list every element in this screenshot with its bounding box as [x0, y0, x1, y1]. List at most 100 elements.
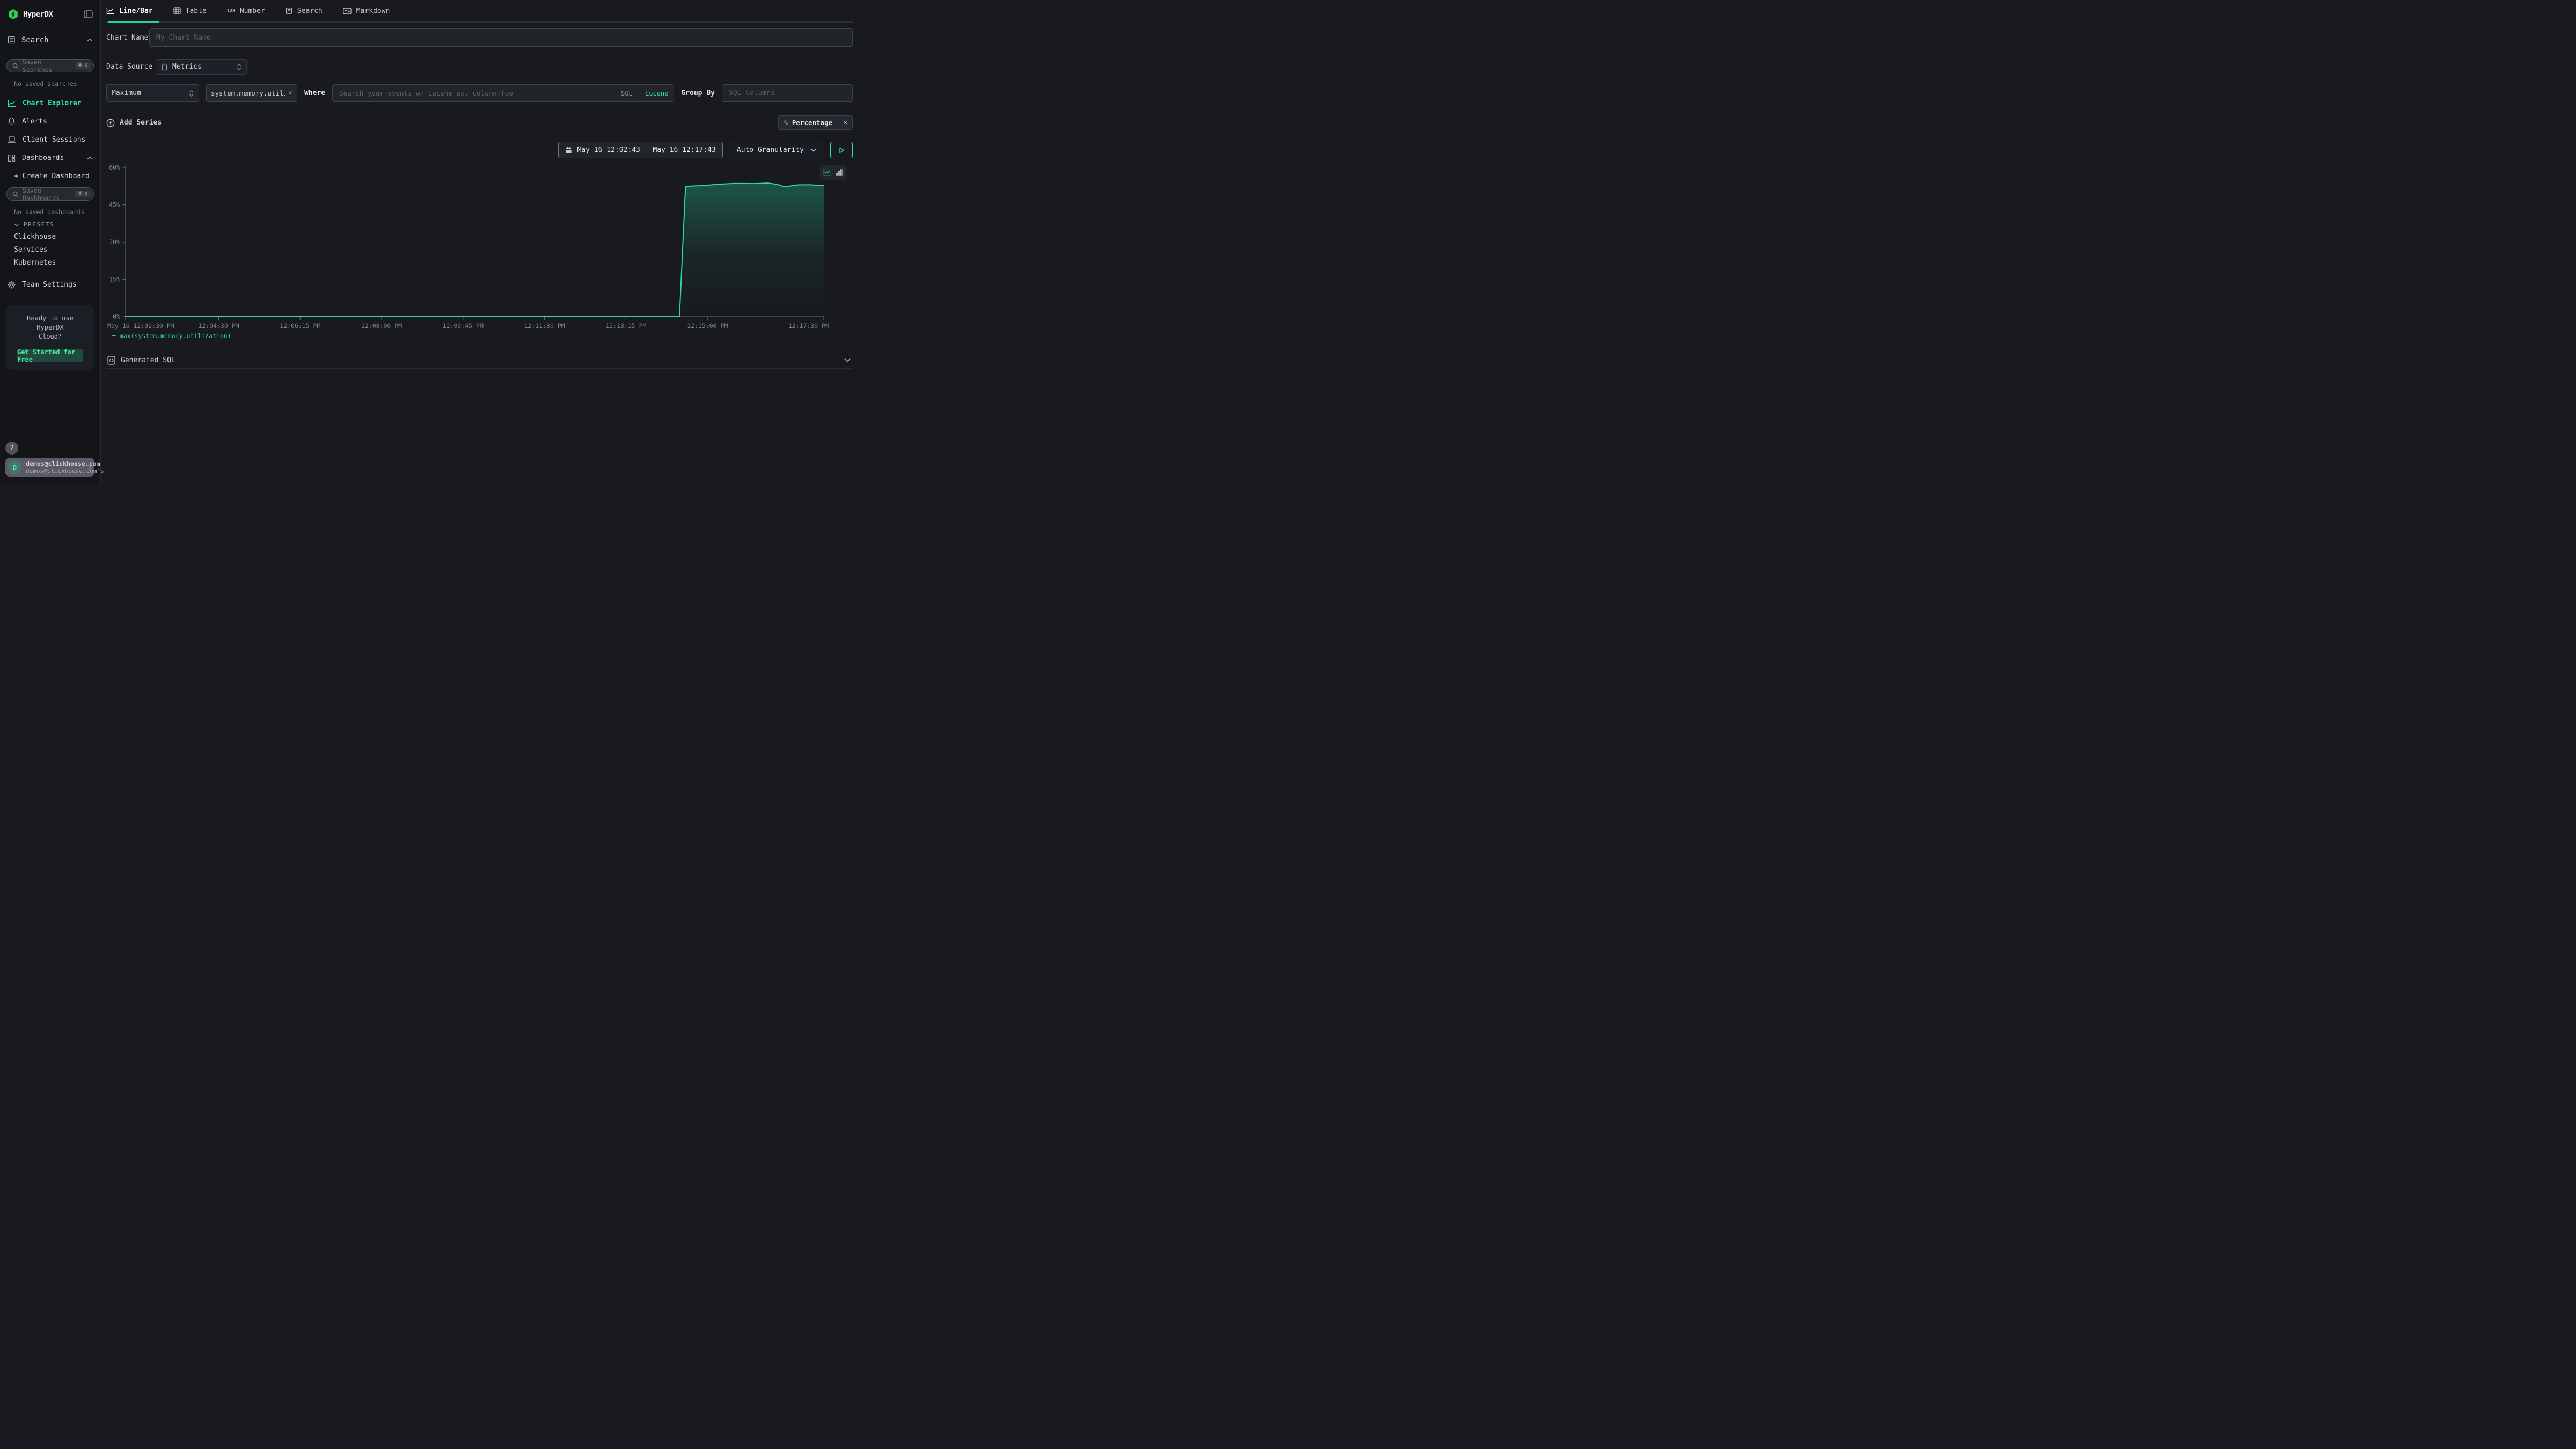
- sidebar: HyperDX Search Saved Searches ⌘ K No sav…: [0, 0, 101, 483]
- sidebar-item-client-sessions[interactable]: Client Sessions: [0, 130, 100, 149]
- timeseries-chart[interactable]: 0%15%30%45%60%May 16 12:02:30 PM12:04:30…: [106, 163, 853, 331]
- sidebar-spacer: [0, 370, 100, 442]
- sidebar-item-label: Team Settings: [22, 281, 77, 289]
- date-range-button[interactable]: May 16 12:02:43 - May 16 12:17:43: [558, 142, 722, 158]
- preset-item-kubernetes[interactable]: Kubernetes: [14, 259, 100, 267]
- chevron-up-icon: [87, 38, 93, 42]
- sidebar-item-label: Alerts: [22, 118, 47, 126]
- kbd-shortcut-badge: ⌘ K: [75, 62, 91, 69]
- sql-language-option[interactable]: SQL: [621, 90, 633, 97]
- user-email: demos@clickhouse.com: [26, 460, 83, 467]
- svg-text:12:06:15 PM: 12:06:15 PM: [280, 322, 320, 330]
- aggregation-select[interactable]: Maximum: [106, 84, 199, 102]
- svg-text:12:09:45 PM: 12:09:45 PM: [443, 322, 484, 330]
- sidebar-header: HyperDX: [0, 0, 100, 28]
- svg-text:12:04:30 PM: 12:04:30 PM: [198, 322, 239, 330]
- chart-type-tabbar: Line/Bar Table 123 Number Search Markdow…: [106, 0, 853, 23]
- svg-text:60%: 60%: [109, 164, 120, 171]
- preset-item-services[interactable]: Services: [14, 246, 100, 254]
- sidebar-item-chart-explorer[interactable]: Chart Explorer: [0, 94, 100, 112]
- chevron-down-icon: [810, 148, 816, 152]
- brand-name: HyperDX: [23, 10, 53, 19]
- tab-label: Line/Bar: [119, 7, 153, 15]
- tab-search[interactable]: Search: [286, 0, 323, 21]
- chevron-down-icon: [844, 358, 853, 362]
- help-button[interactable]: ?: [5, 442, 18, 455]
- tab-number[interactable]: 123 Number: [227, 0, 265, 21]
- active-tab-indicator: [108, 21, 159, 23]
- avatar: D: [8, 460, 21, 474]
- group-by-input[interactable]: [722, 84, 853, 102]
- user-menu[interactable]: D demos@clickhouse.com demos@clickhouse.…: [5, 458, 94, 477]
- query-language-toggle: SQL | Lucene: [621, 90, 668, 97]
- user-info: demos@clickhouse.com demos@clickhouse.co…: [26, 460, 83, 474]
- series-row: Maximum system.memory.utiliza ✕ Where SQ…: [106, 84, 853, 102]
- presets-toggle[interactable]: PRESETS: [14, 221, 100, 228]
- chevron-up-icon: [87, 156, 93, 160]
- sidebar-item-alerts[interactable]: Alerts: [0, 112, 100, 130]
- dashboard-layout-icon: [8, 154, 16, 162]
- chart-name-input[interactable]: [149, 28, 853, 47]
- select-updown-icon: [189, 90, 194, 97]
- sidebar-item-label: Chart Explorer: [23, 99, 82, 107]
- sidebar-collapse-icon[interactable]: [84, 10, 93, 18]
- lucene-language-option[interactable]: Lucene: [645, 90, 668, 97]
- svg-text:15%: 15%: [109, 276, 120, 283]
- preset-item-clickhouse[interactable]: Clickhouse: [14, 233, 100, 241]
- chart-legend[interactable]: — max(system.memory.utilization): [106, 332, 853, 340]
- laptop-icon: [8, 136, 16, 143]
- sidebar-nav: Chart Explorer Alerts Client Sessions Da…: [0, 94, 100, 167]
- saved-searches-input[interactable]: Saved Searches ⌘ K: [6, 59, 94, 72]
- get-started-button[interactable]: Get Started for Free: [17, 349, 83, 362]
- saved-dashboards-placeholder: Saved Dashboards: [23, 187, 71, 202]
- tab-table[interactable]: Table: [173, 0, 207, 21]
- search-doc-icon: [286, 7, 292, 14]
- chart-line-icon: [8, 99, 16, 107]
- metric-field-tag[interactable]: system.memory.utiliza ✕: [206, 84, 297, 102]
- remove-percentage-icon[interactable]: ✕: [838, 116, 852, 129]
- select-updown-icon: [237, 63, 241, 71]
- tab-markdown[interactable]: Markdown: [343, 0, 390, 21]
- no-saved-searches-text: No saved searches: [14, 80, 100, 87]
- create-dashboard-button[interactable]: + Create Dashboard: [14, 172, 100, 180]
- tab-line-bar[interactable]: Line/Bar: [106, 0, 153, 21]
- percent-icon: %: [784, 119, 788, 126]
- sidebar-section-search[interactable]: Search: [0, 28, 100, 52]
- line-chart-toggle-icon[interactable]: [823, 169, 831, 176]
- svg-text:45%: 45%: [109, 201, 120, 209]
- data-source-select[interactable]: Metrics: [156, 59, 247, 75]
- svg-text:12:08:00 PM: 12:08:00 PM: [361, 322, 402, 330]
- aggregation-value: Maximum: [112, 89, 141, 97]
- percentage-label: Percentage: [792, 119, 832, 127]
- code-icon: [107, 356, 115, 365]
- chart-area: 0%15%30%45%60%May 16 12:02:30 PM12:04:30…: [106, 163, 853, 331]
- sidebar-item-team-settings[interactable]: Team Settings: [0, 275, 100, 294]
- chart-toolbar: May 16 12:02:43 - May 16 12:17:43 Auto G…: [106, 142, 853, 158]
- play-icon: [839, 147, 845, 153]
- tab-label: Markdown: [356, 7, 390, 15]
- markdown-icon: [343, 8, 352, 14]
- generated-sql-row[interactable]: Generated SQL: [106, 352, 853, 369]
- granularity-select[interactable]: Auto Granularity: [730, 142, 823, 158]
- add-series-button[interactable]: Add Series: [106, 119, 162, 127]
- sidebar-item-dashboards[interactable]: Dashboards: [0, 149, 100, 167]
- tab-label: Search: [297, 7, 323, 15]
- remove-metric-icon[interactable]: ✕: [288, 89, 292, 97]
- percentage-toggle[interactable]: % Percentage ✕: [778, 115, 853, 130]
- no-saved-dashboards-text: No saved dashboards: [14, 208, 100, 216]
- run-query-button[interactable]: [830, 142, 853, 158]
- saved-dashboards-input[interactable]: Saved Dashboards ⌘ K: [6, 187, 94, 201]
- bell-icon: [8, 117, 16, 126]
- bar-chart-toggle-icon[interactable]: [836, 169, 843, 176]
- svg-text:12:15:00 PM: 12:15:00 PM: [687, 322, 728, 330]
- presets-label: PRESETS: [24, 221, 54, 228]
- hyperdx-logo-icon: [8, 9, 19, 20]
- add-series-row: Add Series % Percentage ✕: [106, 115, 853, 130]
- table-icon: [173, 7, 181, 14]
- promo-text: Ready to use HyperDX Cloud?: [12, 314, 89, 341]
- svg-text:12:13:15 PM: 12:13:15 PM: [605, 322, 646, 330]
- database-icon: [161, 63, 168, 71]
- main-content: Line/Bar Table 123 Number Search Markdow…: [101, 0, 859, 483]
- line-chart-icon: [106, 7, 114, 14]
- brand[interactable]: HyperDX: [8, 9, 84, 20]
